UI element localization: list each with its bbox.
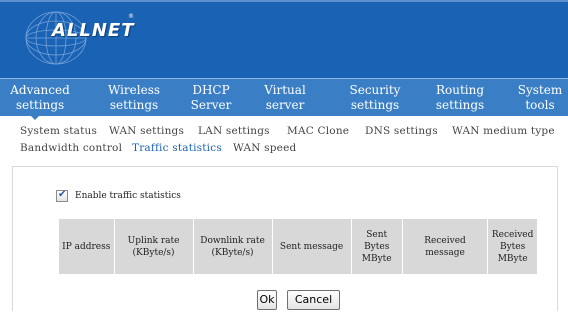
header-line: IP address (62, 241, 111, 252)
menu-routing-settings[interactable]: Routing settings (432, 83, 488, 113)
header-line: (KByte/s) (211, 247, 254, 258)
menu-label-line1: Advanced (10, 83, 70, 97)
col-sent-bytes: Sent Bytes MByte (350, 218, 403, 275)
header-line: MByte (497, 253, 528, 264)
subnav-traffic-statistics[interactable]: Traffic statistics (132, 142, 222, 154)
subnav-wan-medium-type[interactable]: WAN medium type (452, 125, 555, 137)
menu-label-line1: DHCP (192, 83, 230, 97)
cancel-button[interactable]: Cancel (287, 290, 340, 310)
header-stripe (0, 0, 568, 2)
header-line: Bytes (499, 241, 526, 252)
active-menu-indicator (30, 115, 40, 120)
enable-traffic-label: Enable traffic statistics (75, 191, 181, 201)
subnav-dns-settings[interactable]: DNS settings (365, 125, 438, 137)
subnav-wan-settings[interactable]: WAN settings (109, 125, 184, 137)
menu-label-line2: settings (435, 98, 485, 112)
menu-label-line2: tools (525, 98, 555, 112)
menu-virtual-server[interactable]: Virtual server (262, 83, 308, 113)
header-line: Sent Bytes (364, 229, 390, 252)
menu-advanced-settings[interactable]: Advanced settings (8, 83, 72, 113)
menu-label-line1: Security (349, 83, 401, 97)
main-menu: Advanced settings Wireless settings DHCP… (0, 78, 568, 116)
header-line: Received message (424, 235, 466, 258)
col-sent-message: Sent message (271, 218, 352, 275)
menu-system-tools[interactable]: System tools (516, 83, 564, 113)
menu-label-line1: Routing (435, 83, 485, 97)
header-banner: ALLNET ® (0, 0, 568, 78)
checkmark-icon: ✔ (58, 189, 67, 200)
menu-dhcp-server[interactable]: DHCP Server (188, 83, 234, 113)
menu-wireless-settings[interactable]: Wireless settings (104, 83, 164, 113)
menu-label-line2: Server (190, 98, 232, 112)
menu-security-settings[interactable]: Security settings (345, 83, 405, 113)
menu-label-line1: Wireless (107, 83, 161, 97)
table-header-row: IP address Uplink rate (KByte/s) Downlin… (58, 218, 538, 275)
menu-label-line2: server (265, 98, 305, 112)
header-line: Sent message (279, 241, 344, 252)
enable-traffic-checkbox[interactable]: ✔ (56, 189, 68, 202)
header-line: Received (491, 229, 534, 240)
subnav-system-status[interactable]: System status (20, 125, 97, 137)
registered-mark: ® (128, 13, 134, 20)
subnav-wan-speed[interactable]: WAN speed (233, 142, 296, 154)
menu-label-line1: Virtual (264, 83, 306, 97)
menu-label-line2: settings (350, 98, 400, 112)
col-received-bytes: Received Bytes MByte (487, 218, 538, 275)
col-ip-address: IP address (58, 218, 115, 275)
col-uplink-rate: Uplink rate (KByte/s) (113, 218, 194, 275)
col-downlink-rate: Downlink rate (KByte/s) (192, 218, 273, 275)
header-line: Downlink rate (200, 235, 265, 246)
col-received-message: Received message (401, 218, 489, 275)
header-line: Uplink rate (127, 235, 180, 246)
subnav-lan-settings[interactable]: LAN settings (198, 125, 270, 137)
menu-label-line2: settings (109, 98, 159, 112)
traffic-stats-table: IP address Uplink rate (KByte/s) Downlin… (58, 218, 538, 275)
subnav-mac-clone[interactable]: MAC Clone (287, 125, 349, 137)
subnav-bandwidth-control[interactable]: Bandwidth control (20, 142, 122, 154)
ok-button[interactable]: Ok (257, 290, 277, 310)
sub-navigation: System status WAN settings LAN settings … (0, 121, 568, 161)
menu-label-line1: System (517, 83, 563, 97)
header-line: MByte (361, 253, 392, 264)
menu-label-line2: settings (15, 98, 65, 112)
brand-logo: ALLNET (52, 20, 135, 41)
header-line: (KByte/s) (132, 247, 175, 258)
